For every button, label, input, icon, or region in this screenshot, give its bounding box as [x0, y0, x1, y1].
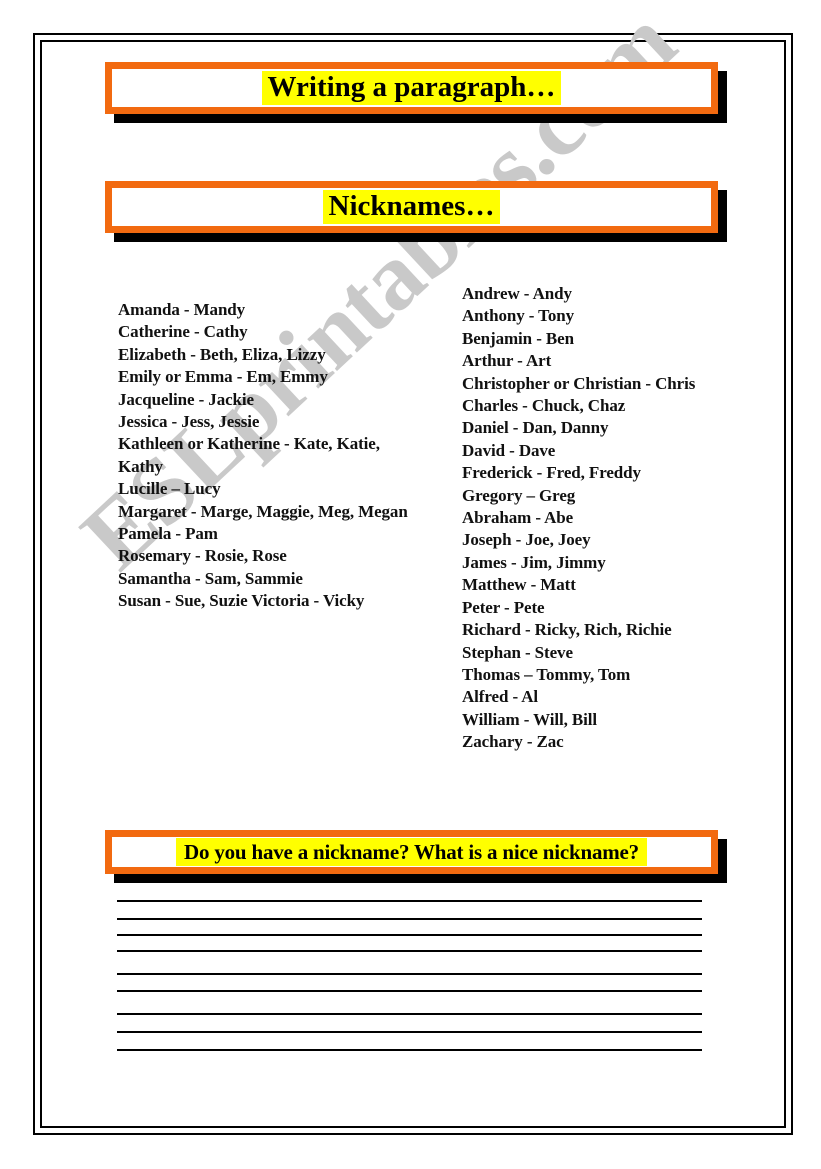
subtitle-banner: Nicknames…	[105, 181, 718, 233]
nickname-entry: Jessica - Jess, Jessie	[118, 412, 260, 432]
answer-line[interactable]	[117, 1031, 702, 1033]
nickname-entry: Joseph - Joe, Joey	[462, 530, 591, 550]
nickname-entry: Matthew - Matt	[462, 575, 576, 595]
nickname-entry: Kathleen or Katherine - Kate, Katie, Kat…	[118, 434, 380, 476]
worksheet-page: ESLprintables.com Writing a paragraph… N…	[0, 0, 821, 1169]
question-banner: Do you have a nickname? What is a nice n…	[105, 830, 718, 874]
nickname-entry: Gregory – Greg	[462, 485, 576, 505]
nickname-list-male: Andrew - Andy Anthony - Tony Benjamin - Be…	[462, 283, 752, 754]
nickname-entry: Rosemary - Rosie, Rose	[118, 546, 287, 566]
nickname-entry: William - Will, Bill	[462, 709, 597, 729]
nickname-entry: Richard - Ricky, Rich, Richie	[462, 620, 672, 640]
answer-line[interactable]	[117, 950, 702, 952]
answer-line[interactable]	[117, 918, 702, 920]
nickname-entry: Frederick - Fred, Freddy	[462, 463, 641, 483]
nickname-entry: Samantha - Sam, Sammie	[118, 568, 303, 588]
nickname-entry: Lucille – Lucy	[118, 479, 221, 499]
nickname-entry: Stephan - Steve	[462, 642, 573, 662]
nickname-entry: Anthony - Tony	[462, 306, 574, 326]
nickname-entry: Charles - Chuck, Chaz	[462, 396, 626, 416]
nickname-entry: Daniel - Dan, Danny	[462, 418, 609, 438]
answer-line[interactable]	[117, 973, 702, 975]
page-title: Writing a paragraph…	[261, 71, 562, 105]
prompt-question: Do you have a nickname? What is a nice n…	[176, 837, 647, 867]
nickname-entry: Alfred - Al	[462, 687, 539, 707]
nickname-entry: Elizabeth - Beth, Eliza, Lizzy	[118, 344, 326, 364]
title-banner: Writing a paragraph…	[105, 62, 718, 114]
nickname-entry: James - Jim, Jimmy	[462, 552, 606, 572]
nickname-entry: Thomas – Tommy, Tom	[462, 664, 631, 684]
answer-line[interactable]	[117, 900, 702, 902]
nickname-entry: Emily or Emma - Em, Emmy	[118, 367, 328, 387]
section-title-nicknames: Nicknames…	[322, 190, 501, 224]
nickname-entry: Christopher or Christian - Chris	[462, 373, 696, 393]
nickname-entry: Amanda - Mandy	[118, 300, 246, 319]
answer-writing-lines[interactable]	[117, 893, 702, 1063]
answer-line[interactable]	[117, 1049, 702, 1051]
nickname-list-female: Amanda - Mandy Catherine - Cathy Elizabeth…	[118, 299, 423, 613]
nickname-entry: Peter - Pete	[462, 597, 545, 617]
answer-line[interactable]	[117, 934, 702, 936]
answer-line[interactable]	[117, 1013, 702, 1015]
nickname-entry: Susan - Sue, Suzie Victoria - Vicky	[118, 591, 365, 611]
nickname-entry: Abraham - Abe	[462, 508, 574, 528]
nickname-entry: Pamela - Pam	[118, 524, 218, 544]
nickname-entry: Catherine - Cathy	[118, 322, 248, 342]
nickname-entry: Margaret - Marge, Maggie, Meg, Megan	[118, 501, 408, 521]
nickname-entry: Arthur - Art	[462, 351, 552, 371]
nickname-entry: Zachary - Zac	[462, 732, 564, 752]
nickname-entry: Andrew - Andy	[462, 284, 572, 303]
nickname-entry: Benjamin - Ben	[462, 328, 574, 348]
nickname-entry: David - Dave	[462, 440, 556, 460]
answer-line[interactable]	[117, 990, 702, 992]
nickname-entry: Jacqueline - Jackie	[118, 389, 254, 409]
